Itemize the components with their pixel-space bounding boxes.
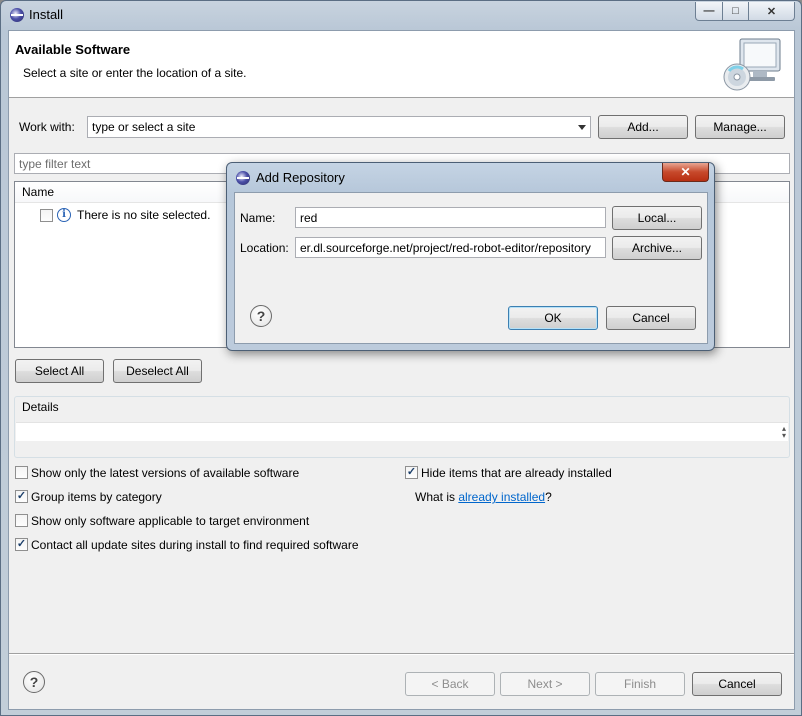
next-button[interactable]: Next > bbox=[500, 672, 590, 696]
latest-versions-label: Show only the latest versions of availab… bbox=[31, 466, 300, 480]
latest-versions-checkbox[interactable] bbox=[15, 466, 28, 479]
manage-sites-button[interactable]: Manage... bbox=[695, 115, 785, 139]
window-client: Available Software Select a site or ente… bbox=[8, 30, 795, 710]
contact-all-checkbox[interactable]: ✓ bbox=[15, 538, 28, 551]
group-by-category-checkbox[interactable]: ✓ bbox=[15, 490, 28, 503]
select-all-button[interactable]: Select All bbox=[15, 359, 104, 383]
deselect-all-button[interactable]: Deselect All bbox=[113, 359, 202, 383]
minimize-icon: — bbox=[703, 5, 715, 17]
footer-separator bbox=[9, 653, 794, 655]
work-with-label: Work with: bbox=[19, 120, 75, 134]
close-button[interactable]: ✕ bbox=[748, 2, 795, 21]
dialog-cancel-button[interactable]: Cancel bbox=[606, 306, 696, 330]
name-value: red bbox=[300, 210, 318, 225]
hide-installed-label: Hide items that are already installed bbox=[421, 466, 612, 480]
help-icon[interactable]: ? bbox=[250, 305, 272, 327]
add-repository-dialog: Add Repository ✕ Name: red Local... Loca… bbox=[226, 162, 715, 351]
eclipse-icon bbox=[236, 171, 250, 185]
add-site-button[interactable]: Add... bbox=[598, 115, 688, 139]
location-label: Location: bbox=[240, 241, 289, 255]
details-spinner-icon[interactable]: ▴ ▾ bbox=[782, 425, 786, 440]
applicable-only-checkbox[interactable] bbox=[15, 514, 28, 527]
tree-item-checkbox[interactable] bbox=[40, 209, 53, 222]
details-label: Details bbox=[22, 400, 59, 414]
location-value: er.dl.sourceforge.net/project/red-robot-… bbox=[300, 240, 591, 255]
maximize-button[interactable]: □ bbox=[722, 2, 749, 21]
column-name-header: Name bbox=[22, 185, 55, 199]
chevron-down-icon[interactable] bbox=[578, 125, 586, 130]
back-button[interactable]: < Back bbox=[405, 672, 495, 696]
contact-all-label: Contact all update sites during install … bbox=[31, 538, 359, 552]
finish-button[interactable]: Finish bbox=[595, 672, 685, 696]
name-input[interactable]: red bbox=[295, 207, 606, 228]
cancel-button[interactable]: Cancel bbox=[692, 672, 782, 696]
maximize-icon: □ bbox=[732, 5, 739, 17]
applicable-only-label: Show only software applicable to target … bbox=[31, 514, 310, 528]
hide-installed-checkbox[interactable]: ✓ bbox=[405, 466, 418, 479]
what-is-prefix: What is bbox=[415, 490, 459, 504]
work-with-value: type or select a site bbox=[92, 120, 196, 134]
help-icon[interactable]: ? bbox=[23, 671, 45, 693]
install-banner-icon bbox=[723, 38, 781, 91]
dialog-close-button[interactable]: ✕ bbox=[662, 163, 709, 182]
details-group: Details ▴ ▾ bbox=[14, 396, 790, 458]
close-icon: ✕ bbox=[680, 165, 691, 179]
ok-button[interactable]: OK bbox=[508, 306, 598, 330]
page-title: Available Software bbox=[15, 42, 131, 57]
tree-empty-message: There is no site selected. bbox=[77, 208, 211, 222]
install-window: Install — □ ✕ Available Software Select … bbox=[0, 0, 802, 716]
info-icon: i bbox=[57, 208, 71, 222]
eclipse-icon bbox=[10, 8, 24, 22]
wizard-header: Available Software Select a site or ente… bbox=[9, 31, 794, 98]
details-text[interactable]: ▴ ▾ bbox=[16, 422, 788, 441]
page-subtitle: Select a site or enter the location of a… bbox=[23, 66, 247, 80]
what-is-installed-text: What is already installed? bbox=[415, 490, 552, 504]
archive-button[interactable]: Archive... bbox=[612, 236, 702, 260]
filter-placeholder: type filter text bbox=[19, 156, 91, 171]
group-by-category-label: Group items by category bbox=[31, 490, 162, 504]
name-label: Name: bbox=[240, 211, 276, 225]
already-installed-link[interactable]: already installed bbox=[458, 490, 545, 504]
local-button[interactable]: Local... bbox=[612, 206, 702, 230]
title-bar[interactable]: Install — □ ✕ bbox=[1, 1, 801, 29]
what-is-suffix: ? bbox=[545, 490, 552, 504]
close-icon: ✕ bbox=[766, 5, 777, 18]
dialog-client: Name: red Local... Location: er.dl.sourc… bbox=[234, 192, 708, 344]
dialog-title: Add Repository bbox=[256, 170, 345, 185]
window-title: Install bbox=[29, 7, 63, 22]
work-with-combo[interactable]: type or select a site bbox=[87, 116, 591, 138]
location-input[interactable]: er.dl.sourceforge.net/project/red-robot-… bbox=[295, 237, 606, 258]
minimize-button[interactable]: — bbox=[695, 2, 723, 21]
